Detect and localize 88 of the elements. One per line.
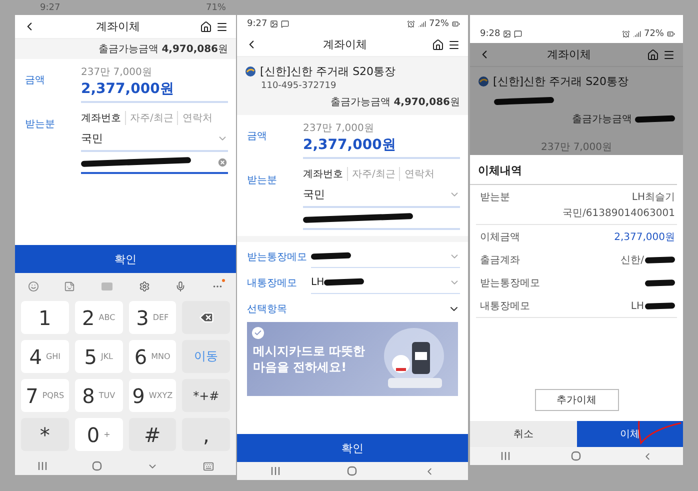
screen-title: 계좌이체 xyxy=(546,47,592,62)
available-balance: 출금가능금액 4,970,086원 xyxy=(330,96,460,109)
menu-icon[interactable] xyxy=(663,48,675,60)
sheet-title: 이체내역 xyxy=(470,155,677,185)
memo-label: 받는통장메모 xyxy=(247,251,308,264)
confirm-button[interactable]: 확인 xyxy=(237,434,468,462)
keypad-key[interactable]: # xyxy=(128,418,176,451)
amount-in-words: 237만 7,000원 xyxy=(81,66,153,79)
menu-icon[interactable] xyxy=(216,20,228,32)
detail-label: 받는분 xyxy=(480,191,510,205)
detail-value: 2,377,000원 xyxy=(614,231,675,244)
keypad-key[interactable]: * xyxy=(21,418,69,451)
detail-label: 받는통장메모 xyxy=(480,277,540,290)
bank-select[interactable]: 국민 xyxy=(303,181,460,208)
bank-logo-icon xyxy=(478,76,489,87)
menu-icon[interactable] xyxy=(448,38,460,50)
status-time: 9:27 xyxy=(247,19,268,29)
home-button-icon[interactable] xyxy=(92,461,102,471)
transfer-button[interactable]: 이체 xyxy=(576,421,683,447)
detail-value: LH최슬기 xyxy=(632,191,675,204)
recipient-tab[interactable]: 계좌번호 xyxy=(81,111,125,125)
home-icon[interactable] xyxy=(432,38,444,50)
keypad-key[interactable]: 0 + xyxy=(74,418,122,451)
keyboard-icon[interactable] xyxy=(202,460,214,472)
amount-field[interactable]: 2,377,000원 xyxy=(303,135,460,159)
detail-value: LH xyxy=(630,300,644,312)
amount-in-words: 237만 7,000원 xyxy=(303,122,375,135)
battery-percent: 72% xyxy=(644,29,664,39)
battery-icon xyxy=(452,20,460,28)
amount-field[interactable]: 2,377,000원 xyxy=(81,79,228,103)
signal-icon xyxy=(418,20,426,28)
detail-value: 국민/61389014063001 xyxy=(562,207,675,220)
detail-label: 내통장메모 xyxy=(480,300,530,313)
account-number: 110-495-372719 xyxy=(261,81,338,91)
emoji-icon[interactable] xyxy=(28,280,39,292)
field-label: 금액 xyxy=(25,74,46,88)
recipient-tab[interactable]: 계좌번호 xyxy=(303,167,347,181)
home-button-icon[interactable] xyxy=(570,451,580,461)
amount-in-words: 237만 7,000원 xyxy=(540,141,613,154)
backspace-icon xyxy=(198,310,214,325)
microphone-icon[interactable] xyxy=(175,280,186,292)
keypad-key[interactable]: , xyxy=(182,418,230,451)
account-name: [신한]신한 주거래 S20통장 xyxy=(493,74,629,89)
confirm-button[interactable]: 확인 xyxy=(15,245,236,273)
alarm-icon xyxy=(622,30,630,38)
field-label: 받는분 xyxy=(25,118,56,132)
battery-icon xyxy=(667,30,675,38)
available-balance: 출금가능금액 xyxy=(572,114,632,125)
battery-percent: 72% xyxy=(428,19,449,29)
home-icon[interactable] xyxy=(647,48,659,60)
settings-icon[interactable] xyxy=(138,280,150,292)
memo-label: 내통장메모 xyxy=(247,277,298,290)
field-label: 받는분 xyxy=(247,174,278,188)
gallery-icon xyxy=(270,20,278,28)
sticker-icon[interactable] xyxy=(64,280,76,292)
battery-percent: 71% xyxy=(206,2,226,12)
home-button-icon[interactable] xyxy=(346,466,356,476)
keypad-key[interactable]: *+# xyxy=(182,379,230,412)
banner-text: 메시지카드로 따뜻한 마음을 전하세요! xyxy=(253,342,366,376)
bank-select[interactable]: 국민 xyxy=(81,125,228,152)
detail-value: 신한/ xyxy=(620,254,644,267)
status-time: 9:27 xyxy=(40,2,60,12)
alarm-icon xyxy=(406,20,415,28)
message-icon xyxy=(281,20,290,28)
add-transfer-button[interactable]: 추가이체 xyxy=(534,389,618,411)
check-icon xyxy=(252,327,264,339)
account-name: [신한]신한 주거래 S20통장 xyxy=(260,64,396,79)
gallery-icon xyxy=(503,30,512,38)
recent-apps-icon[interactable] xyxy=(500,452,510,460)
cancel-button[interactable]: 취소 xyxy=(470,421,576,447)
message-icon xyxy=(514,30,522,38)
memo-field[interactable]: LH xyxy=(311,272,460,294)
home-icon[interactable] xyxy=(200,20,212,32)
available-balance: 출금가능금액 4,970,086원 xyxy=(98,43,229,57)
field-label: 금액 xyxy=(247,130,268,144)
detail-label: 출금계좌 xyxy=(480,254,520,267)
recent-apps-icon[interactable] xyxy=(270,467,280,475)
status-time: 9:28 xyxy=(480,29,500,39)
recent-apps-icon[interactable] xyxy=(38,462,46,470)
clear-icon[interactable] xyxy=(217,156,228,168)
backspace-key[interactable] xyxy=(182,301,230,334)
keypad-key[interactable]: 1 xyxy=(21,301,69,334)
signal-icon xyxy=(632,30,641,38)
detail-label: 이체금액 xyxy=(480,231,520,244)
section-label: 선택항목 xyxy=(247,303,287,316)
bank-logo-icon xyxy=(245,66,256,77)
screen-title: 계좌이체 xyxy=(95,19,141,34)
screen-title: 계좌이체 xyxy=(322,37,368,52)
